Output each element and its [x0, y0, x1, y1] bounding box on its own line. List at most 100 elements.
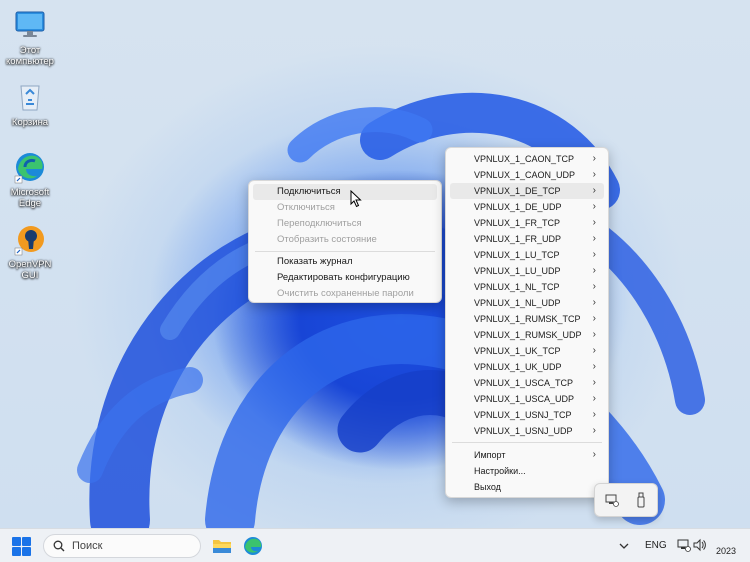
chevron-right-icon: › — [592, 425, 596, 436]
profile-item-rumsk-tcp[interactable]: VPNLUX_1_RUMSK_TCP › — [450, 311, 604, 327]
windows-logo-icon — [12, 547, 21, 556]
chevron-right-icon: › — [592, 233, 596, 244]
edge-taskbar-button[interactable] — [242, 535, 264, 557]
profile-item-de-tcp[interactable]: VPNLUX_1_DE_TCP › — [450, 183, 604, 199]
usb-tray-icon[interactable] — [635, 492, 647, 508]
chevron-right-icon: › — [592, 281, 596, 292]
windows-logo-icon — [22, 537, 31, 546]
folder-icon — [213, 540, 231, 553]
chevron-right-icon: › — [592, 361, 596, 372]
profile-label: VPNLUX_1_USCA_UDP — [474, 394, 575, 404]
desktop-icon-label: Корзина — [11, 117, 49, 128]
menu-item-disconnect[interactable]: Отключиться — [253, 200, 437, 216]
edge-icon — [13, 150, 47, 184]
menu-item-show-log[interactable]: Показать журнал — [253, 254, 437, 270]
start-button[interactable] — [12, 537, 32, 557]
search-placeholder: Поиск — [72, 540, 103, 552]
profile-item-rumsk-udp[interactable]: VPNLUX_1_RUMSK_UDP › — [450, 327, 604, 343]
chevron-right-icon: › — [592, 377, 596, 388]
desktop-icon-recycle-bin[interactable]: Корзина — [0, 80, 60, 128]
chevron-right-icon: › — [592, 169, 596, 180]
profile-item-nl-udp[interactable]: VPNLUX_1_NL_UDP › — [450, 295, 604, 311]
chevron-right-icon: › — [592, 313, 596, 324]
profile-label: VPNLUX_1_USCA_TCP — [474, 378, 574, 388]
volume-icon[interactable] — [693, 538, 707, 552]
menu-item-exit[interactable]: Выход — [450, 479, 604, 495]
profile-item-caon-tcp[interactable]: VPNLUX_1_CAON_TCP › — [450, 151, 604, 167]
menu-item-reconnect[interactable]: Переподключиться — [253, 216, 437, 232]
chevron-right-icon: › — [592, 409, 596, 420]
profile-item-uk-udp[interactable]: VPNLUX_1_UK_UDP › — [450, 359, 604, 375]
profile-item-uk-tcp[interactable]: VPNLUX_1_UK_TCP › — [450, 343, 604, 359]
chevron-right-icon: › — [592, 393, 596, 404]
chevron-right-icon: › — [592, 153, 596, 164]
profile-label: VPNLUX_1_USNJ_UDP — [474, 426, 573, 436]
profile-item-de-udp[interactable]: VPNLUX_1_DE_UDP › — [450, 199, 604, 215]
clock-year[interactable]: 2023 — [716, 546, 736, 556]
profile-label: VPNLUX_1_UK_UDP — [474, 362, 562, 372]
tray-overflow-popup — [594, 483, 658, 517]
profile-label: VPNLUX_1_LU_UDP — [474, 266, 561, 276]
taskbar: Поиск ENG 2023 — [0, 528, 750, 562]
chevron-right-icon: › — [592, 329, 596, 340]
profile-item-usnj-tcp[interactable]: VPNLUX_1_USNJ_TCP › — [450, 407, 604, 423]
menu-separator — [452, 442, 602, 443]
desktop-icon-this-pc[interactable]: Этот компьютер — [0, 8, 60, 67]
profile-label: VPNLUX_1_UK_TCP — [474, 346, 561, 356]
windows-logo-icon — [22, 547, 31, 556]
menu-item-label: Импорт — [474, 450, 506, 460]
monitor-icon — [13, 8, 47, 42]
openvpn-context-menu: Подключиться Отключиться Переподключитьс… — [248, 180, 442, 303]
profile-item-lu-tcp[interactable]: VPNLUX_1_LU_TCP › — [450, 247, 604, 263]
profile-label: VPNLUX_1_USNJ_TCP — [474, 410, 572, 420]
chevron-right-icon: › — [592, 185, 596, 196]
desktop-icon-label: OpenVPN GUI — [8, 259, 52, 281]
desktop-icon-label: Этот компьютер — [6, 45, 54, 67]
chevron-down-icon — [619, 543, 629, 549]
menu-item-connect[interactable]: Подключиться — [253, 184, 437, 200]
profile-label: VPNLUX_1_CAON_UDP — [474, 170, 576, 180]
windows-logo-icon — [12, 537, 21, 546]
profile-item-nl-tcp[interactable]: VPNLUX_1_NL_TCP › — [450, 279, 604, 295]
openvpn-profiles-menu: VPNLUX_1_CAON_TCP › VPNLUX_1_CAON_UDP › VP… — [445, 147, 609, 498]
chevron-right-icon: › — [592, 217, 596, 228]
menu-item-clear-passwords[interactable]: Очистить сохраненные пароли — [253, 286, 437, 302]
profile-item-fr-tcp[interactable]: VPNLUX_1_FR_TCP › — [450, 215, 604, 231]
menu-item-label: Настройки... — [474, 466, 526, 476]
profile-item-usca-udp[interactable]: VPNLUX_1_USCA_UDP › — [450, 391, 604, 407]
taskbar-search-box[interactable]: Поиск — [43, 534, 201, 558]
menu-item-edit-config[interactable]: Редактировать конфигурацию — [253, 270, 437, 286]
search-icon — [53, 540, 65, 555]
desktop-icon-openvpn[interactable]: OpenVPN GUI — [0, 222, 60, 281]
menu-item-settings[interactable]: Настройки... — [450, 463, 604, 479]
network-icon[interactable] — [677, 538, 691, 552]
profile-label: VPNLUX_1_NL_TCP — [474, 282, 560, 292]
network-tray-icon[interactable] — [605, 493, 619, 507]
menu-item-show-status[interactable]: Отобразить состояние — [253, 232, 437, 248]
profile-label: VPNLUX_1_DE_TCP — [474, 186, 561, 196]
chevron-right-icon: › — [592, 449, 596, 460]
profile-item-caon-udp[interactable]: VPNLUX_1_CAON_UDP › — [450, 167, 604, 183]
desktop-icon-label: Microsoft Edge — [10, 187, 50, 209]
language-indicator[interactable]: ENG — [645, 540, 667, 551]
profile-item-fr-udp[interactable]: VPNLUX_1_FR_UDP › — [450, 231, 604, 247]
menu-item-import[interactable]: Импорт › — [450, 447, 604, 463]
mouse-cursor-icon — [350, 189, 362, 211]
profile-label: VPNLUX_1_RUMSK_UDP — [474, 330, 582, 340]
file-explorer-button[interactable] — [211, 535, 233, 557]
menu-separator — [255, 251, 435, 252]
chevron-right-icon: › — [592, 201, 596, 212]
profile-label: VPNLUX_1_DE_UDP — [474, 202, 562, 212]
profile-label: VPNLUX_1_LU_TCP — [474, 250, 560, 260]
profile-label: VPNLUX_1_FR_UDP — [474, 234, 562, 244]
profile-item-usnj-udp[interactable]: VPNLUX_1_USNJ_UDP › — [450, 423, 604, 439]
show-hidden-icons-button[interactable] — [617, 539, 631, 553]
menu-item-label: Выход — [474, 482, 501, 492]
openvpn-icon — [13, 222, 47, 256]
chevron-right-icon: › — [592, 265, 596, 276]
desktop-icon-edge[interactable]: Microsoft Edge — [0, 150, 60, 209]
chevron-right-icon: › — [592, 345, 596, 356]
profile-item-lu-udp[interactable]: VPNLUX_1_LU_UDP › — [450, 263, 604, 279]
profile-item-usca-tcp[interactable]: VPNLUX_1_USCA_TCP › — [450, 375, 604, 391]
profile-label: VPNLUX_1_NL_UDP — [474, 298, 561, 308]
